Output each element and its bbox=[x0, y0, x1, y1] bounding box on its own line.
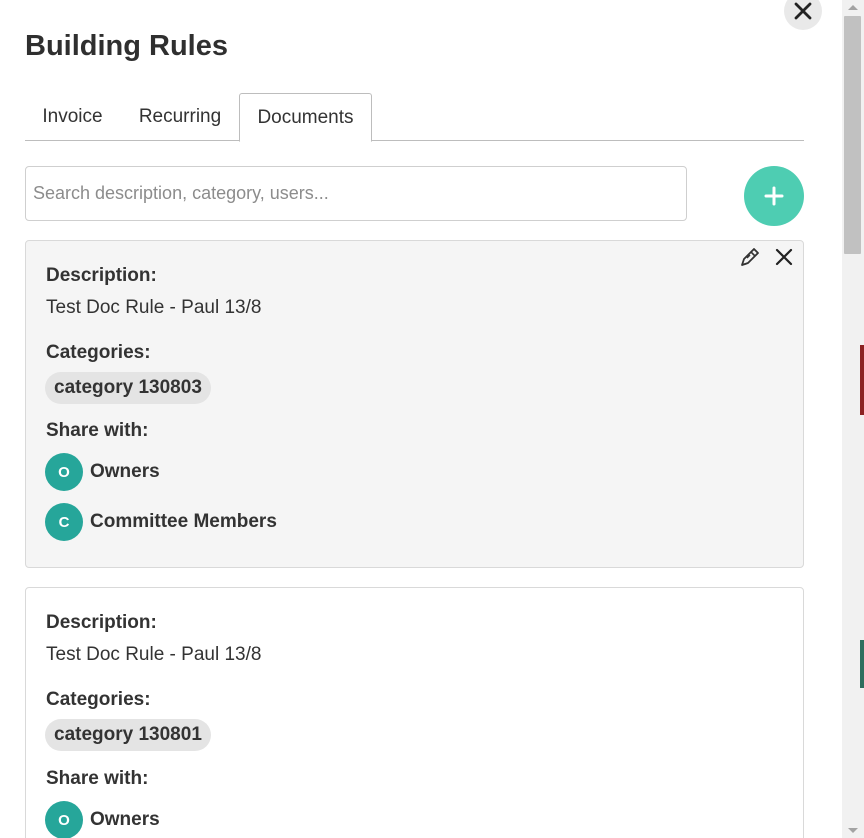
close-icon bbox=[775, 248, 793, 266]
tab-invoice[interactable]: Invoice bbox=[25, 93, 120, 141]
plus-icon bbox=[764, 186, 784, 206]
scroll-up-arrow-icon[interactable] bbox=[848, 5, 858, 10]
categories-label: Categories: bbox=[46, 342, 151, 363]
tab-documents[interactable]: Documents bbox=[239, 93, 372, 142]
share-item: O Owners bbox=[45, 801, 160, 838]
share-item: O Owners bbox=[45, 453, 160, 491]
category-chip: category 130801 bbox=[45, 719, 211, 751]
avatar: O bbox=[45, 801, 83, 838]
rule-card: Description: Test Doc Rule - Paul 13/8 C… bbox=[25, 240, 804, 568]
category-chip: category 130803 bbox=[45, 372, 211, 404]
share-with-label: Share with: bbox=[46, 420, 149, 441]
share-item: C Committee Members bbox=[45, 503, 277, 541]
share-name: Owners bbox=[90, 809, 160, 830]
page-title: Building Rules bbox=[25, 30, 228, 62]
tab-recurring[interactable]: Recurring bbox=[123, 93, 237, 141]
delete-rule-button[interactable] bbox=[771, 244, 797, 270]
close-icon bbox=[794, 2, 812, 20]
categories-label: Categories: bbox=[46, 689, 151, 710]
share-name: Owners bbox=[90, 461, 160, 482]
search-input[interactable] bbox=[25, 166, 687, 221]
description-label: Description: bbox=[46, 612, 157, 633]
close-modal-button[interactable] bbox=[784, 0, 822, 30]
rule-card: Description: Test Doc Rule - Paul 13/8 C… bbox=[25, 587, 804, 838]
background-page-strip bbox=[860, 345, 864, 415]
description-value: Test Doc Rule - Paul 13/8 bbox=[46, 644, 262, 665]
avatar: O bbox=[45, 453, 83, 491]
description-label: Description: bbox=[46, 265, 157, 286]
add-rule-button[interactable] bbox=[744, 166, 804, 226]
edit-rule-button[interactable] bbox=[737, 244, 763, 270]
scroll-thumb[interactable] bbox=[844, 16, 861, 254]
scrollbar[interactable] bbox=[842, 0, 864, 838]
tab-bar: Invoice Recurring Documents bbox=[25, 93, 804, 142]
scroll-down-arrow-icon[interactable] bbox=[848, 828, 858, 833]
share-with-label: Share with: bbox=[46, 768, 149, 789]
avatar: C bbox=[45, 503, 83, 541]
background-page-strip bbox=[860, 640, 864, 688]
share-name: Committee Members bbox=[90, 511, 277, 532]
description-value: Test Doc Rule - Paul 13/8 bbox=[46, 297, 262, 318]
pencil-icon bbox=[741, 248, 759, 266]
building-rules-modal: Building Rules Invoice Recurring Documen… bbox=[0, 0, 842, 838]
